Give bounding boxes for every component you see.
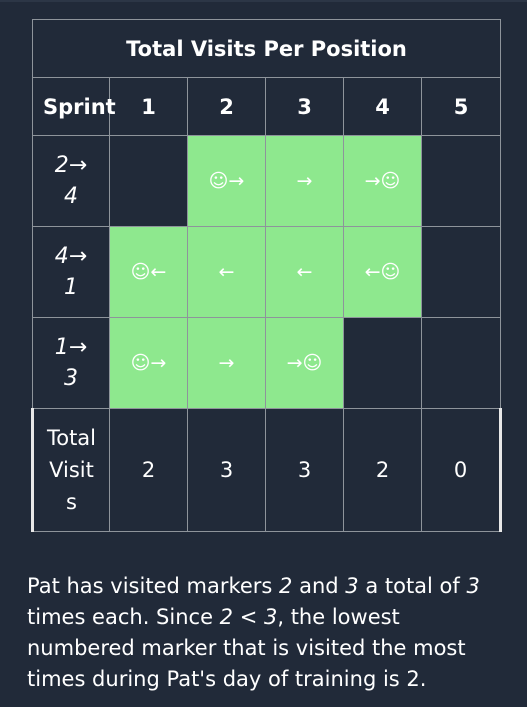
- position-header-1: 1: [109, 77, 188, 136]
- total-value-1: 2: [109, 408, 188, 532]
- total-label-line: s: [66, 490, 77, 514]
- visit-count: 3: [466, 574, 480, 598]
- sprint-label-end: 4: [64, 184, 78, 209]
- visits-table: Total Visits Per Position Sprint 1 2 3 4…: [31, 19, 503, 532]
- sprint-cell: [420, 135, 502, 227]
- sprint-cell: →: [187, 317, 266, 409]
- sprint-label-start: 1→: [54, 335, 88, 360]
- sprint-cell: →☺: [343, 135, 422, 227]
- sprint-cell: →☺: [265, 317, 344, 409]
- explanation-part: Pat has visited markers: [27, 574, 280, 598]
- sprint-row-1: 2→ 4 ☺→ → →☺: [32, 135, 502, 227]
- position-header-5: 5: [420, 77, 502, 136]
- sprint-cell: →: [265, 135, 344, 227]
- sprint-label-end: 1: [64, 275, 78, 300]
- explanation-part: and: [292, 574, 346, 598]
- sprint-cell: ☺→: [109, 317, 188, 409]
- total-visits-label: Total Visit s: [31, 408, 110, 532]
- total-value-3: 3: [265, 408, 344, 532]
- position-header-4: 4: [343, 77, 422, 136]
- explanation-part: times each. Since: [27, 605, 220, 629]
- total-label-line: Visit: [49, 458, 94, 482]
- sprint-cell: ←: [265, 226, 344, 318]
- header-row: Sprint 1 2 3 4 5: [32, 77, 502, 136]
- totals-row: Total Visit s 2 3 3 2 0: [31, 408, 503, 532]
- total-value-5: 0: [420, 408, 503, 532]
- sprint-label-start: 4→: [54, 244, 88, 269]
- sprint-cell: [420, 317, 502, 409]
- sprint-cell: [420, 226, 502, 318]
- sprint-cell: ←: [187, 226, 266, 318]
- sprint-label: 2→ 4: [32, 135, 110, 227]
- explanation-text: Pat has visited markers 2 and 3 a total …: [27, 571, 487, 695]
- sprint-label-end: 3: [64, 366, 78, 391]
- sprint-cell: ☺→: [187, 135, 266, 227]
- explanation-part: a total of: [358, 574, 467, 598]
- title-row: Total Visits Per Position: [31, 19, 502, 78]
- sprint-row-3: 1→ 3 ☺→ → →☺: [32, 317, 502, 409]
- sprint-header: Sprint: [32, 77, 116, 136]
- sprint-cell: ←☺: [343, 226, 422, 318]
- total-value-4: 2: [343, 408, 422, 532]
- marker-number: 3: [345, 574, 359, 598]
- total-label-line: Total: [46, 426, 97, 450]
- sprint-cell: [109, 135, 188, 227]
- sprint-label: 1→ 3: [32, 317, 110, 409]
- sprint-row-2: 4→ 1 ☺← ← ← ←☺: [32, 226, 502, 318]
- comparison: 2 < 3: [219, 605, 278, 629]
- top-border: [0, 0, 527, 2]
- sprint-cell: ☺←: [109, 226, 188, 318]
- sprint-label-start: 2→: [54, 153, 88, 178]
- sprint-cell: [343, 317, 422, 409]
- position-header-3: 3: [265, 77, 344, 136]
- position-header-2: 2: [187, 77, 266, 136]
- table-title: Total Visits Per Position: [31, 19, 502, 78]
- sprint-label: 4→ 1: [32, 226, 110, 318]
- marker-number: 2: [279, 574, 293, 598]
- total-value-2: 3: [187, 408, 266, 532]
